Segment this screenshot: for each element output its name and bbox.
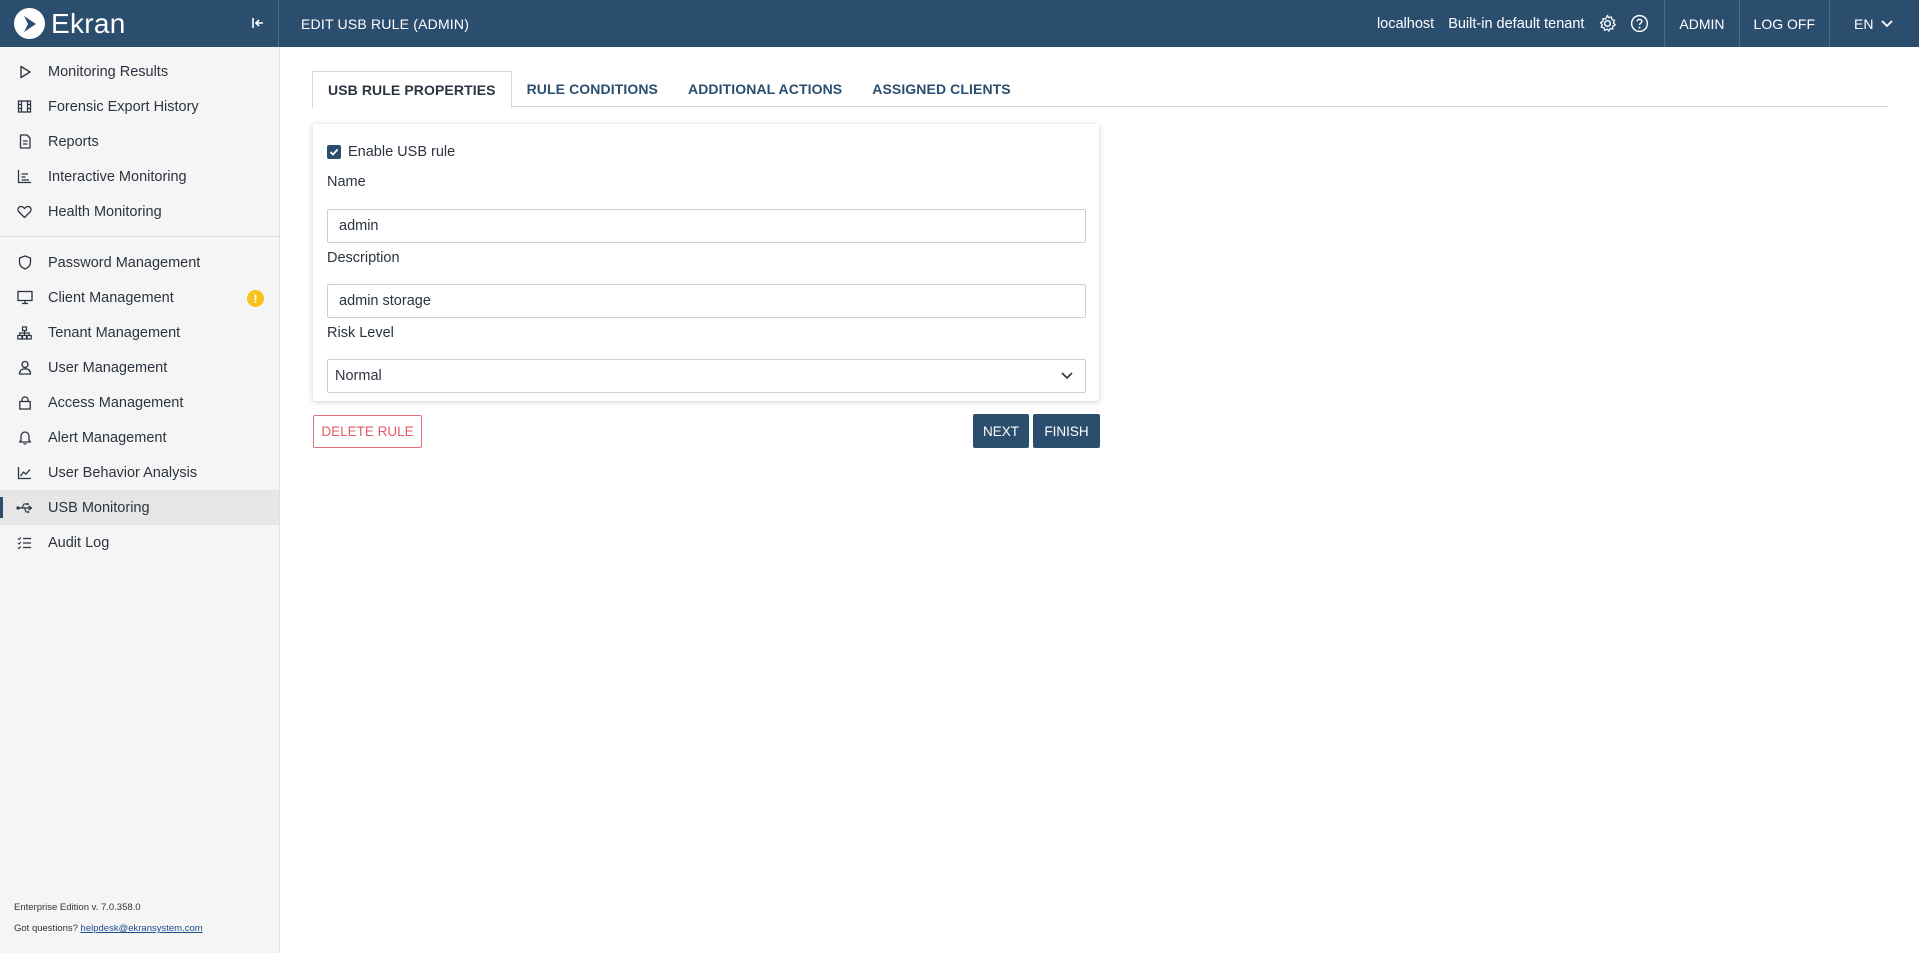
monitor-icon [16, 289, 33, 306]
tab-additional-actions[interactable]: ADDITIONAL ACTIONS [673, 71, 857, 107]
brand: Ekran [0, 0, 279, 47]
brand-name: Ekran [51, 7, 126, 39]
sidebar-item-tenant-management[interactable]: Tenant Management [0, 315, 279, 350]
host-label: localhost [1376, 15, 1435, 32]
sidebar-item-audit-log[interactable]: Audit Log [0, 525, 279, 560]
gear-icon[interactable] [1596, 13, 1618, 35]
finish-button[interactable]: FINISH [1033, 414, 1100, 448]
sidebar-item-usb-monitoring[interactable]: USB Monitoring [0, 490, 279, 525]
sidebar-item-label: Forensic Export History [48, 98, 199, 115]
name-field[interactable]: admin [327, 209, 1086, 243]
sidebar-item-client-management[interactable]: Client Management ! [0, 280, 279, 315]
hierarchy-icon [16, 324, 33, 341]
warning-badge: ! [247, 290, 264, 307]
sidebar-footer: Enterprise Edition v. 7.0.358.0 Got ques… [14, 897, 203, 939]
description-field[interactable]: admin storage [327, 284, 1086, 318]
chevron-down-icon [1061, 372, 1073, 380]
logoff-button[interactable]: LOG OFF [1740, 0, 1829, 47]
user-menu-button[interactable]: ADMIN [1665, 0, 1738, 47]
sidebar-item-forensic-export-history[interactable]: Forensic Export History [0, 89, 279, 124]
tab-assigned-clients[interactable]: ASSIGNED CLIENTS [857, 71, 1026, 107]
sidebar-item-password-management[interactable]: Password Management [0, 245, 279, 280]
sidebar-item-label: User Behavior Analysis [48, 464, 198, 481]
ekran-logo-icon [14, 8, 45, 39]
main-content: USB RULE PROPERTIES RULE CONDITIONS ADDI… [281, 47, 1919, 953]
page-title: EDIT USB RULE (ADMIN) [301, 15, 470, 32]
help-circle-icon[interactable] [1628, 13, 1650, 35]
name-label: Name [327, 174, 366, 190]
sidebar-item-monitoring-results[interactable]: Monitoring Results [0, 54, 279, 89]
film-icon [16, 98, 33, 115]
usb-icon [16, 499, 33, 516]
top-bar: Ekran EDIT USB RULE (ADMIN) localhost Bu… [0, 0, 1919, 47]
divider [0, 236, 279, 237]
user-icon [16, 359, 33, 376]
sidebar-item-label: Client Management [48, 289, 174, 306]
sidebar-item-label: Access Management [48, 394, 184, 411]
lock-icon [16, 394, 33, 411]
tab-usb-rule-properties[interactable]: USB RULE PROPERTIES [312, 71, 512, 108]
heart-icon [16, 203, 33, 220]
enable-usb-rule-checkbox[interactable]: Enable USB rule [327, 144, 455, 160]
questions-label: Got questions? [14, 923, 78, 934]
sidebar-item-label: Reports [48, 133, 99, 150]
sidebar-item-label: Tenant Management [48, 324, 181, 341]
sidebar-item-health-monitoring[interactable]: Health Monitoring [0, 194, 279, 229]
bar-chart-icon [16, 168, 33, 185]
sidebar-item-interactive-monitoring[interactable]: Interactive Monitoring [0, 159, 279, 194]
language-label: EN [1854, 15, 1874, 32]
tab-rule-conditions[interactable]: RULE CONDITIONS [512, 71, 673, 107]
checklist-icon [16, 534, 33, 551]
sidebar-item-label: Password Management [48, 254, 201, 271]
rule-properties-form: Enable USB rule Name admin Description a… [313, 124, 1099, 401]
sidebar-item-label: User Management [48, 359, 168, 376]
sidebar-item-label: USB Monitoring [48, 499, 150, 516]
sidebar-item-label: Monitoring Results [48, 63, 169, 80]
play-icon [16, 63, 33, 80]
tab-bar: USB RULE PROPERTIES RULE CONDITIONS ADDI… [312, 71, 1888, 108]
checkbox-checked-icon [327, 145, 341, 159]
risk-level-select[interactable]: Normal [327, 359, 1086, 393]
enable-usb-rule-label: Enable USB rule [348, 144, 456, 160]
next-button[interactable]: NEXT [973, 414, 1029, 448]
sidebar: Monitoring Results Forensic Export Histo… [0, 47, 280, 953]
sidebar-item-reports[interactable]: Reports [0, 124, 279, 159]
sidebar-item-access-management[interactable]: Access Management [0, 385, 279, 420]
sidebar-item-alert-management[interactable]: Alert Management [0, 420, 279, 455]
document-icon [16, 133, 33, 150]
sidebar-item-user-management[interactable]: User Management [0, 350, 279, 385]
risk-level-label: Risk Level [327, 325, 394, 341]
collapse-sidebar-icon[interactable] [248, 13, 268, 33]
edition-label: Enterprise Edition v. 7.0.358.0 [14, 902, 141, 913]
language-selector[interactable]: EN [1830, 0, 1919, 47]
tenant-label: Built-in default tenant [1448, 15, 1585, 32]
line-chart-icon [16, 464, 33, 481]
shield-icon [16, 254, 33, 271]
risk-level-value: Normal [335, 368, 382, 384]
sidebar-item-label: Audit Log [48, 534, 110, 551]
chevron-down-icon [1881, 19, 1894, 27]
sidebar-item-user-behavior-analysis[interactable]: User Behavior Analysis [0, 455, 279, 490]
sidebar-item-label: Interactive Monitoring [48, 168, 187, 185]
bell-icon [16, 429, 33, 446]
delete-rule-button[interactable]: DELETE RULE [313, 415, 422, 448]
helpdesk-email-link[interactable]: helpdesk@ekransystem.com [81, 923, 203, 934]
sidebar-item-label: Health Monitoring [48, 203, 162, 220]
description-label: Description [327, 250, 400, 266]
sidebar-item-label: Alert Management [48, 429, 167, 446]
support-line: Got questions? helpdesk@ekransystem.com [14, 918, 203, 939]
